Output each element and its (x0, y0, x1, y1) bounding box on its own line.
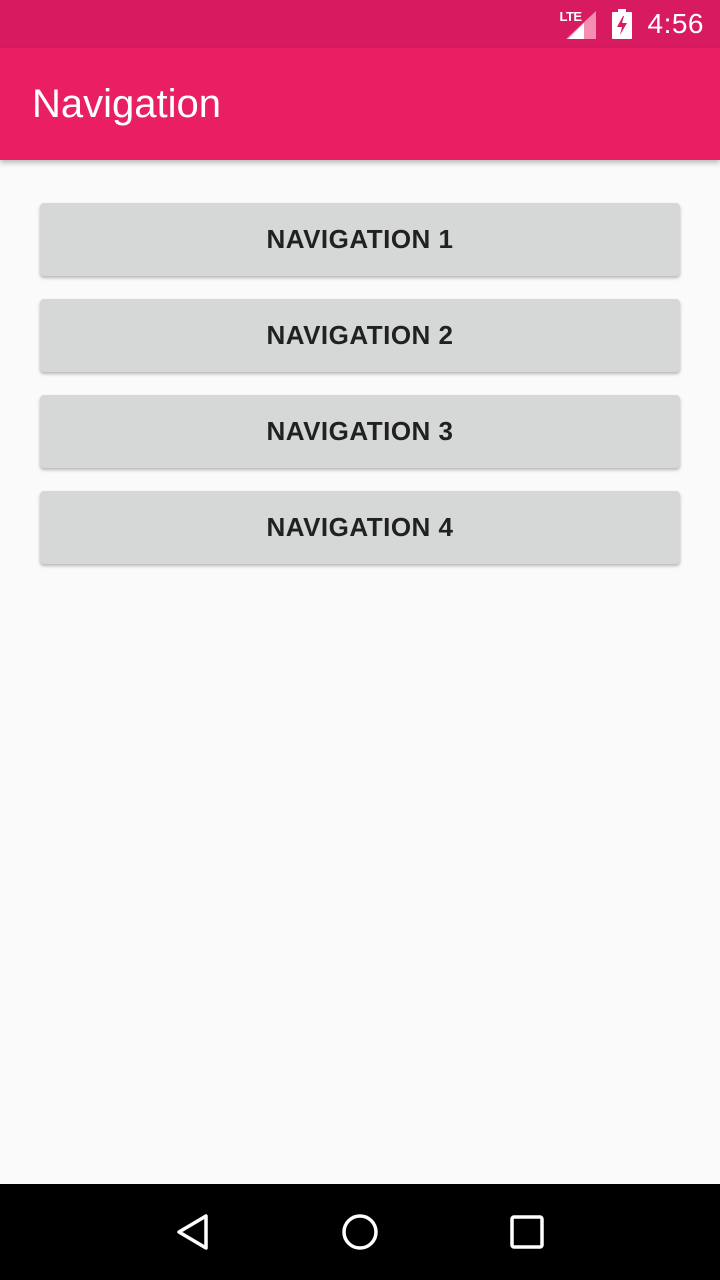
navigation-3-button[interactable]: NAVIGATION 3 (40, 395, 680, 468)
page-title: Navigation (32, 81, 222, 126)
home-icon[interactable] (330, 1202, 390, 1262)
navigation-2-button[interactable]: NAVIGATION 2 (40, 299, 680, 372)
navigation-1-button[interactable]: NAVIGATION 1 (40, 203, 680, 276)
content: NAVIGATION 1 NAVIGATION 2 NAVIGATION 3 N… (40, 203, 680, 587)
app-bar: Navigation (0, 48, 720, 160)
recents-icon[interactable] (497, 1202, 557, 1262)
clock: 4:56 (647, 8, 704, 39)
status-bar: LTE 4:56 (0, 0, 720, 48)
navigation-4-button[interactable]: NAVIGATION 4 (40, 491, 680, 564)
battery-charging-icon (611, 9, 632, 39)
status-icons: LTE 4:56 (560, 8, 705, 40)
lte-signal-icon: LTE (560, 9, 596, 39)
back-icon[interactable] (163, 1202, 223, 1262)
system-nav-bar (0, 1184, 720, 1280)
screen: LTE 4:56 Navigation NAVIGATION 1 NAVIGAT… (0, 0, 720, 1280)
